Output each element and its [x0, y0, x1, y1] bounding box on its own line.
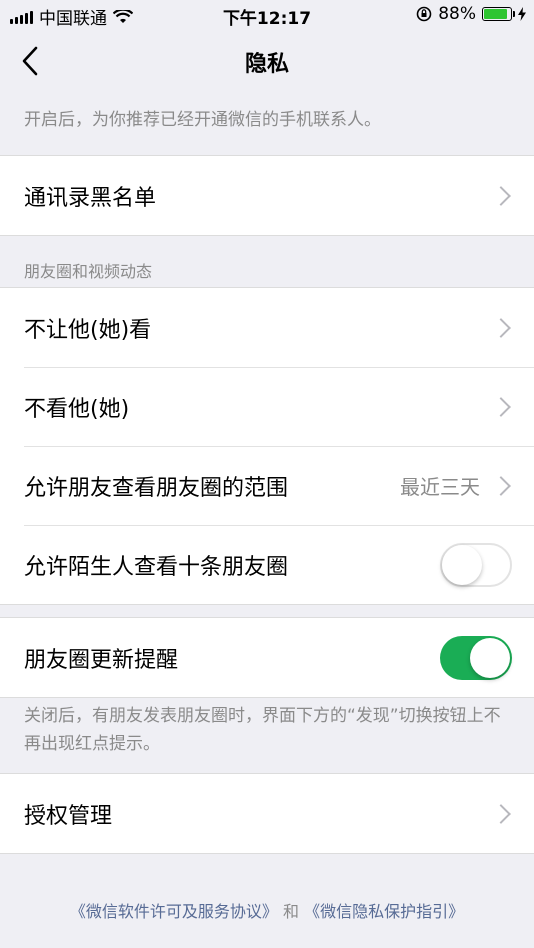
battery-percent: 88% [438, 4, 476, 24]
chevron-right-icon [491, 475, 511, 496]
moments-update-toggle[interactable] [440, 635, 512, 680]
moments-update-label: 朋友圈更新提醒 [24, 647, 179, 673]
status-bar: 中国联通 下午12:17 88% [0, 0, 534, 30]
chevron-right-icon [491, 396, 511, 417]
toggle-knob [470, 637, 510, 678]
hide-their-moments-label: 不看他(她) [24, 396, 130, 422]
contacts-recommend-note: 开启后，为你推荐已经开通微信的手机联系人。 [24, 110, 381, 130]
moments-group: 不让他(她)看 不看他(她) 允许朋友查看朋友圈的范围 最近三天 允许陌生人查看… [0, 287, 534, 605]
footer-conjunction: 和 [282, 902, 299, 921]
toggle-knob [442, 544, 482, 585]
blacklist-group: 通讯录黑名单 [0, 155, 534, 236]
moments-update-note: 关闭后，有朋友发表朋友圈时，界面下方的“发现”切换按钮上不再出现红点提示。 [24, 706, 501, 754]
status-right: 88% [416, 4, 526, 24]
rotation-lock-icon [416, 6, 432, 22]
strangers-view-ten-label: 允许陌生人查看十条朋友圈 [24, 554, 289, 580]
blacklist-row[interactable]: 通讯录黑名单 [0, 156, 534, 235]
moments-section-header: 朋友圈和视频动态 [24, 262, 153, 281]
hide-my-moments-label: 不让他(她)看 [24, 317, 152, 343]
chevron-right-icon [491, 185, 511, 206]
chevron-right-icon [491, 803, 511, 824]
moments-visible-range-value: 最近三天 [400, 475, 480, 499]
authorization-row[interactable]: 授权管理 [0, 774, 534, 853]
privacy-guide-link[interactable]: 《微信隐私保护指引》 [304, 902, 464, 921]
hide-their-moments-row[interactable]: 不看他(她) [0, 367, 534, 446]
battery-fill [484, 9, 507, 19]
moments-visible-range-row[interactable]: 允许朋友查看朋友圈的范围 最近三天 [0, 446, 534, 525]
chevron-right-icon [491, 317, 511, 338]
moments-update-group: 朋友圈更新提醒 [0, 617, 534, 698]
moments-update-row: 朋友圈更新提醒 [0, 618, 534, 697]
strangers-view-ten-toggle[interactable] [440, 542, 512, 587]
page-title: 隐私 [244, 52, 289, 77]
charging-icon [518, 7, 526, 21]
hide-my-moments-row[interactable]: 不让他(她)看 [0, 288, 534, 367]
moments-visible-range-label: 允许朋友查看朋友圈的范围 [24, 475, 289, 501]
blacklist-label: 通讯录黑名单 [24, 185, 157, 211]
authorization-label: 授权管理 [24, 803, 113, 829]
license-agreement-link[interactable]: 《微信软件许可及服务协议》 [70, 902, 278, 921]
strangers-view-ten-row: 允许陌生人查看十条朋友圈 [0, 525, 534, 604]
footer-links: 《微信软件许可及服务协议》 和 《微信隐私保护指引》 [0, 898, 534, 922]
nav-bar: 隐私 [0, 30, 534, 92]
battery-icon [482, 7, 515, 21]
authorization-group: 授权管理 [0, 773, 534, 854]
